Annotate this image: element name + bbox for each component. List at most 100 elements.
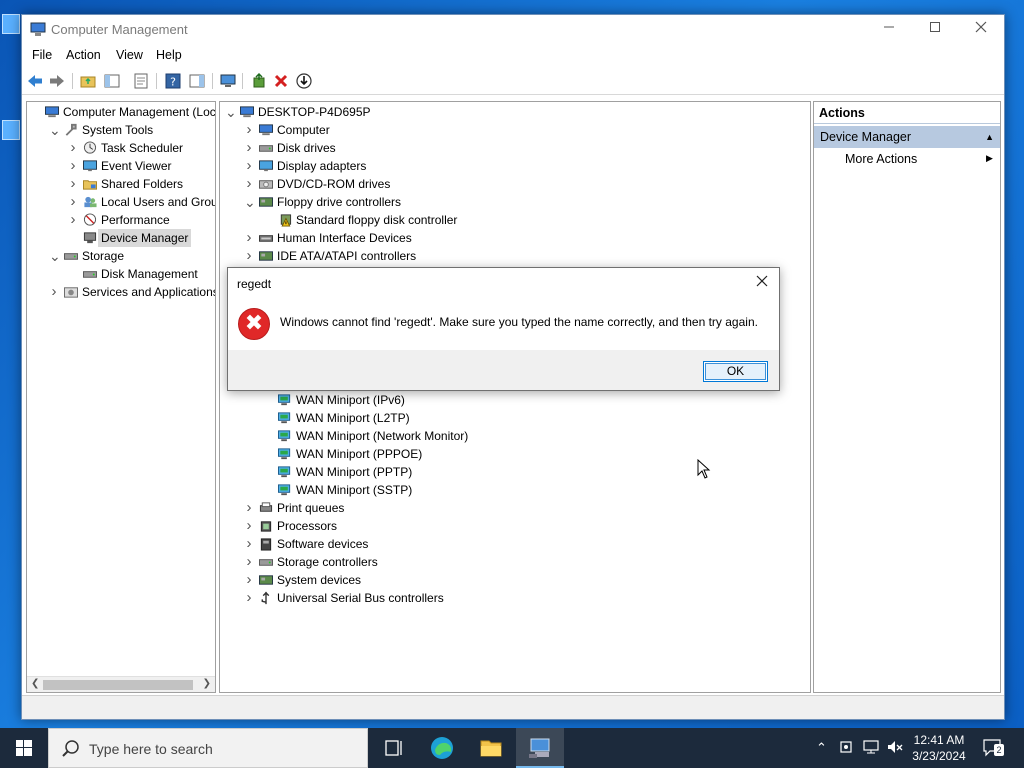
action-pane-icon[interactable] bbox=[188, 72, 206, 90]
minimize-button[interactable] bbox=[866, 15, 912, 45]
desktop-recycle-bin-icon[interactable] bbox=[2, 14, 20, 34]
taskbar-computer-management-button[interactable] bbox=[516, 728, 564, 768]
window-title: Computer Management bbox=[51, 22, 188, 37]
device-tree-label: Computer bbox=[277, 123, 330, 137]
board-icon bbox=[259, 575, 273, 585]
search-placeholder: Type here to search bbox=[89, 741, 213, 757]
chevron-right-icon[interactable]: › bbox=[244, 499, 254, 517]
properties-icon[interactable] bbox=[132, 72, 150, 90]
net-icon bbox=[278, 448, 291, 460]
device-tree-label: IDE ATA/ATAPI controllers bbox=[277, 249, 417, 263]
scrollbar-thumb[interactable] bbox=[43, 680, 193, 690]
device-tree-label: Software devices bbox=[277, 537, 369, 551]
tray-device-icon[interactable] bbox=[838, 739, 854, 755]
up-folder-icon[interactable] bbox=[79, 72, 97, 90]
actions-device-manager-section[interactable]: Device Manager ▲ bbox=[814, 126, 1000, 148]
chevron-right-icon[interactable]: › bbox=[244, 247, 254, 265]
chevron-right-icon[interactable]: › bbox=[244, 535, 254, 553]
monitor-icon bbox=[259, 160, 273, 172]
taskbar-edge-button[interactable] bbox=[418, 728, 466, 768]
disk-icon bbox=[83, 271, 97, 278]
console-tree-pane: Computer Management (Local ⌄ System Tools ›… bbox=[26, 101, 216, 693]
chevron-down-icon[interactable]: ⌄ bbox=[244, 193, 256, 211]
console-tree-label: System Tools bbox=[82, 123, 154, 137]
scan-hardware-icon[interactable] bbox=[219, 72, 237, 90]
chevron-right-icon[interactable]: › bbox=[68, 175, 78, 193]
chevron-right-icon[interactable]: › bbox=[244, 229, 254, 247]
console-tree-label: Local Users and Groups bbox=[101, 195, 215, 209]
title-bar[interactable]: Computer Management bbox=[22, 15, 1004, 45]
net-icon bbox=[278, 412, 291, 424]
chevron-right-icon[interactable]: › bbox=[244, 553, 254, 571]
tray-chevron-up-icon[interactable]: ⌃ bbox=[816, 740, 827, 756]
console-tree-label: Disk Management bbox=[101, 267, 198, 281]
desktop-shortcut-icon[interactable] bbox=[2, 120, 20, 140]
monitor-icon bbox=[83, 160, 97, 172]
chevron-right-icon[interactable]: › bbox=[244, 571, 254, 589]
chevron-right-icon[interactable]: › bbox=[244, 175, 254, 193]
chevron-down-icon[interactable]: ⌄ bbox=[49, 247, 61, 265]
chevron-right-icon[interactable]: › bbox=[244, 121, 254, 139]
chevron-right-icon[interactable]: › bbox=[68, 193, 78, 211]
help-icon[interactable]: ? bbox=[164, 72, 182, 90]
console-tree-label: Shared Folders bbox=[101, 177, 184, 191]
menu-help[interactable]: Help bbox=[156, 48, 182, 62]
chevron-right-icon[interactable]: › bbox=[68, 157, 78, 175]
ok-button[interactable]: OK bbox=[703, 361, 768, 382]
menu-view[interactable]: View bbox=[116, 48, 143, 62]
volume-muted-icon[interactable] bbox=[886, 739, 904, 755]
users-icon bbox=[84, 196, 97, 208]
toolbar-separator bbox=[72, 73, 73, 89]
dialog-message: Windows cannot find 'regedt'. Make sure … bbox=[280, 315, 758, 329]
taskbar-search-box[interactable]: Type here to search bbox=[48, 728, 368, 768]
notification-count-badge: 2 bbox=[994, 744, 1004, 756]
chevron-right-icon[interactable]: › bbox=[244, 139, 254, 157]
folder-icon bbox=[83, 180, 97, 190]
dialog-close-button[interactable] bbox=[751, 272, 773, 294]
device-tree-label: Print queues bbox=[277, 501, 345, 515]
net-icon bbox=[278, 466, 291, 478]
uninstall-device-icon[interactable] bbox=[272, 72, 290, 90]
actions-pane: Actions Device Manager ▲ More Actions ▶ bbox=[813, 101, 1001, 693]
error-icon: ✖ bbox=[238, 308, 270, 340]
horizontal-scrollbar[interactable]: ❮ ❯ bbox=[27, 676, 215, 692]
start-button[interactable] bbox=[0, 728, 48, 768]
chevron-right-icon[interactable]: › bbox=[49, 283, 59, 301]
dvd-icon bbox=[259, 180, 273, 189]
chevron-down-icon[interactable]: ⌄ bbox=[225, 103, 237, 121]
menu-action[interactable]: Action bbox=[66, 48, 101, 62]
chevron-right-icon[interactable]: › bbox=[244, 517, 254, 535]
device-tree-label: WAN Miniport (PPPOE) bbox=[296, 447, 423, 461]
net-icon bbox=[278, 430, 291, 442]
chevron-right-icon[interactable]: › bbox=[244, 589, 254, 607]
network-icon[interactable] bbox=[862, 739, 880, 755]
device-tree-label: Universal Serial Bus controllers bbox=[277, 591, 444, 605]
computer-management-app-icon bbox=[30, 22, 46, 36]
update-driver-icon[interactable] bbox=[250, 72, 268, 90]
device-tree-label: DESKTOP-P4D695P bbox=[258, 105, 371, 119]
chevron-down-icon[interactable]: ⌄ bbox=[49, 121, 61, 139]
scroll-left-icon[interactable]: ❮ bbox=[31, 678, 39, 689]
system-clock[interactable]: 12:41 AM 3/23/2024 bbox=[908, 732, 970, 764]
task-view-button[interactable] bbox=[368, 728, 416, 768]
menu-file[interactable]: File bbox=[32, 48, 52, 62]
device-tree-label: Storage controllers bbox=[277, 555, 378, 569]
close-button[interactable] bbox=[958, 15, 1004, 45]
console-tree-label: Performance bbox=[101, 213, 170, 227]
chevron-right-icon[interactable]: › bbox=[244, 157, 254, 175]
back-arrow-icon[interactable] bbox=[26, 72, 44, 90]
device-tree-label: WAN Miniport (L2TP) bbox=[296, 411, 410, 425]
chevron-right-icon[interactable]: › bbox=[68, 211, 78, 229]
maximize-button[interactable] bbox=[912, 15, 958, 45]
chevron-right-icon[interactable]: › bbox=[68, 139, 78, 157]
dialog-footer: OK bbox=[228, 350, 779, 390]
notification-center-button[interactable]: 2 bbox=[982, 738, 1004, 758]
device-tree-label: WAN Miniport (SSTP) bbox=[296, 483, 413, 497]
disable-device-icon[interactable] bbox=[295, 72, 313, 90]
scroll-right-icon[interactable]: ❯ bbox=[203, 678, 211, 689]
show-hide-tree-icon[interactable] bbox=[103, 72, 121, 90]
search-icon bbox=[62, 740, 79, 757]
more-actions-item[interactable]: More Actions bbox=[845, 152, 917, 166]
taskbar-file-explorer-button[interactable] bbox=[467, 728, 515, 768]
forward-arrow-icon[interactable] bbox=[48, 72, 66, 90]
